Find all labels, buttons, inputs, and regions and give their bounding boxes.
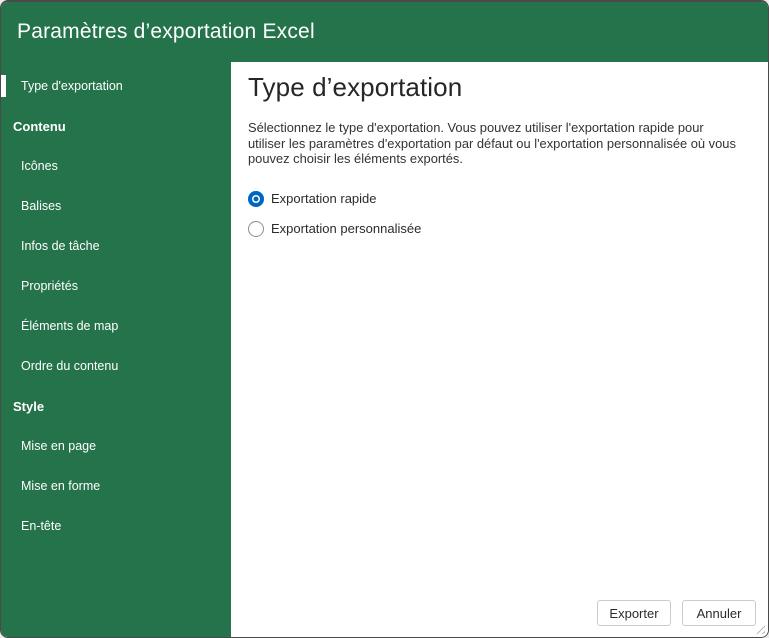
sidebar-item-label: Type d'exportation [21, 79, 123, 93]
dialog-footer: Exporter Annuler [597, 600, 756, 626]
sidebar-item-mise-en-forme[interactable]: Mise en forme [1, 466, 231, 506]
sidebar-section-style: Style [1, 386, 231, 426]
sidebar-item-ordre-du-contenu[interactable]: Ordre du contenu [1, 346, 231, 386]
sidebar-nav: Type d'exportation Contenu Icônes Balise… [1, 62, 231, 637]
page-description: Sélectionnez le type d'exportation. Vous… [248, 120, 736, 166]
dialog-body: Type d'exportation Contenu Icônes Balise… [1, 62, 768, 637]
sidebar-item-label: Icônes [21, 159, 58, 173]
content-pane: Type d’exportation Sélectionnez le type … [231, 62, 768, 637]
radio-exportation-personnalisee[interactable]: Exportation personnalisée [248, 220, 422, 237]
sidebar-item-en-tete[interactable]: En-tête [1, 506, 231, 546]
sidebar-item-type-exportation[interactable]: Type d'exportation [1, 66, 231, 106]
dialog-title: Paramètres d’exportation Excel [17, 20, 315, 43]
sidebar-item-proprietes[interactable]: Propriétés [1, 266, 231, 306]
sidebar-item-label: En-tête [21, 519, 62, 533]
export-button[interactable]: Exporter [597, 600, 671, 626]
sidebar-section-contenu: Contenu [1, 106, 231, 146]
selected-item-indicator [1, 75, 6, 97]
export-type-radio-group: Exportation rapide Exportation personnal… [248, 190, 744, 237]
radio-selected-icon[interactable] [248, 190, 264, 207]
sidebar-item-balises[interactable]: Balises [1, 186, 231, 226]
sidebar-section-label: Style [13, 398, 45, 414]
sidebar-item-mise-en-page[interactable]: Mise en page [1, 426, 231, 466]
sidebar-item-label: Mise en forme [21, 479, 101, 493]
cancel-button[interactable]: Annuler [682, 600, 756, 626]
page-title: Type d’exportation [248, 72, 463, 102]
sidebar-item-elements-de-map[interactable]: Éléments de map [1, 306, 231, 346]
sidebar-section-label: Contenu [13, 118, 66, 134]
sidebar-item-label: Balises [21, 199, 62, 213]
sidebar-item-label: Éléments de map [21, 319, 119, 333]
radio-label: Exportation rapide [271, 191, 377, 206]
sidebar-item-infos-de-tache[interactable]: Infos de tâche [1, 226, 231, 266]
dialog-title-bar: Paramètres d’exportation Excel [1, 2, 768, 62]
sidebar-item-label: Mise en page [21, 439, 97, 453]
sidebar-item-label: Infos de tâche [21, 239, 100, 253]
radio-unselected-icon[interactable] [248, 220, 264, 237]
sidebar-item-label: Ordre du contenu [21, 359, 119, 373]
excel-export-settings-dialog: Paramètres d’exportation Excel Type d'ex… [0, 0, 769, 638]
sidebar-item-label: Propriétés [21, 279, 78, 293]
resize-grip-icon[interactable] [755, 624, 765, 634]
sidebar-item-icones[interactable]: Icônes [1, 146, 231, 186]
radio-exportation-rapide[interactable]: Exportation rapide [248, 190, 377, 207]
radio-label: Exportation personnalisée [271, 221, 422, 236]
